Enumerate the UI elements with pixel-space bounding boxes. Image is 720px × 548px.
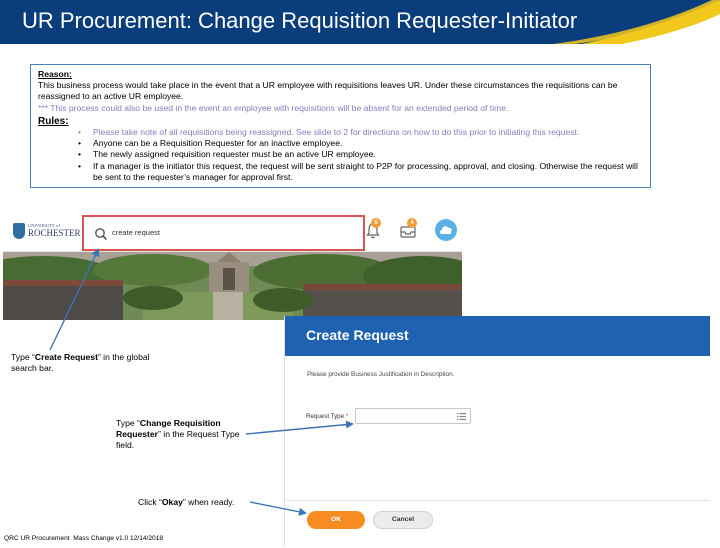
campus-photo	[3, 252, 462, 320]
callout-search-bold: Create Request	[34, 352, 98, 362]
footer-divider	[285, 500, 710, 501]
callout-search: Type “Create Request” in the global sear…	[11, 352, 150, 374]
cancel-button[interactable]: Cancel	[373, 511, 433, 529]
workday-home-screenshot: UNIVERSITY of ROCHESTER create request 6…	[3, 210, 462, 320]
callout-request-type: Type “Change Requisition Requester” in t…	[116, 418, 240, 451]
notification-badge: 6	[371, 218, 381, 228]
callout-ok: Click “Okay” when ready.	[138, 497, 235, 507]
search-input-value[interactable]: create request	[112, 228, 160, 237]
create-request-header: Create Request	[285, 316, 710, 356]
reason-rules-box: Reason: This business process would take…	[30, 64, 651, 188]
prompt-list-icon[interactable]	[457, 413, 466, 420]
create-request-description: Please provide Business Justification in…	[307, 371, 455, 378]
required-marker: *	[345, 413, 349, 420]
profile-cloud-button[interactable]	[435, 219, 457, 241]
crest-icon	[13, 223, 25, 239]
slide-footer: QRC UR Procurement Mass Change v1.0 12/1…	[4, 535, 164, 542]
reason-note: *** This process could also be used in t…	[38, 102, 509, 113]
reason-heading: Reason:	[38, 69, 72, 79]
slide-title: UR Procurement: Change Requisition Reque…	[22, 8, 578, 33]
request-type-label-text: Request Type	[306, 413, 345, 420]
global-search-bar[interactable]: create request	[82, 215, 365, 251]
title-banner: UR Procurement: Change Requisition Reque…	[0, 0, 720, 48]
university-logo[interactable]: UNIVERSITY of ROCHESTER	[13, 223, 81, 241]
rules-list: Please take note of all requisitions bei…	[78, 127, 643, 183]
rules-heading: Rules:	[38, 115, 69, 127]
request-type-field[interactable]	[355, 408, 471, 424]
request-type-label: Request Type *	[306, 413, 348, 420]
rule-item: If a manager is the initiator this reque…	[78, 161, 643, 183]
rule-item: Anyone can be a Requisition Requester fo…	[78, 138, 643, 149]
create-request-dialog: Create Request Please provide Business J…	[284, 316, 710, 547]
rule-item: Please take note of all requisitions bei…	[78, 127, 643, 138]
rule-item: The newly assigned requisition requester…	[78, 149, 643, 160]
ok-button[interactable]: OK	[307, 511, 365, 529]
reason-text: This business process would take place i…	[38, 80, 618, 102]
create-request-title: Create Request	[306, 327, 409, 343]
logo-big-text: ROCHESTER	[28, 228, 81, 238]
workday-top-bar: UNIVERSITY of ROCHESTER create request 6…	[3, 210, 462, 252]
inbox-badge: 4	[407, 218, 417, 228]
search-icon	[95, 228, 108, 241]
cloud-icon	[439, 226, 452, 234]
callout-ok-bold: Okay	[161, 497, 183, 507]
